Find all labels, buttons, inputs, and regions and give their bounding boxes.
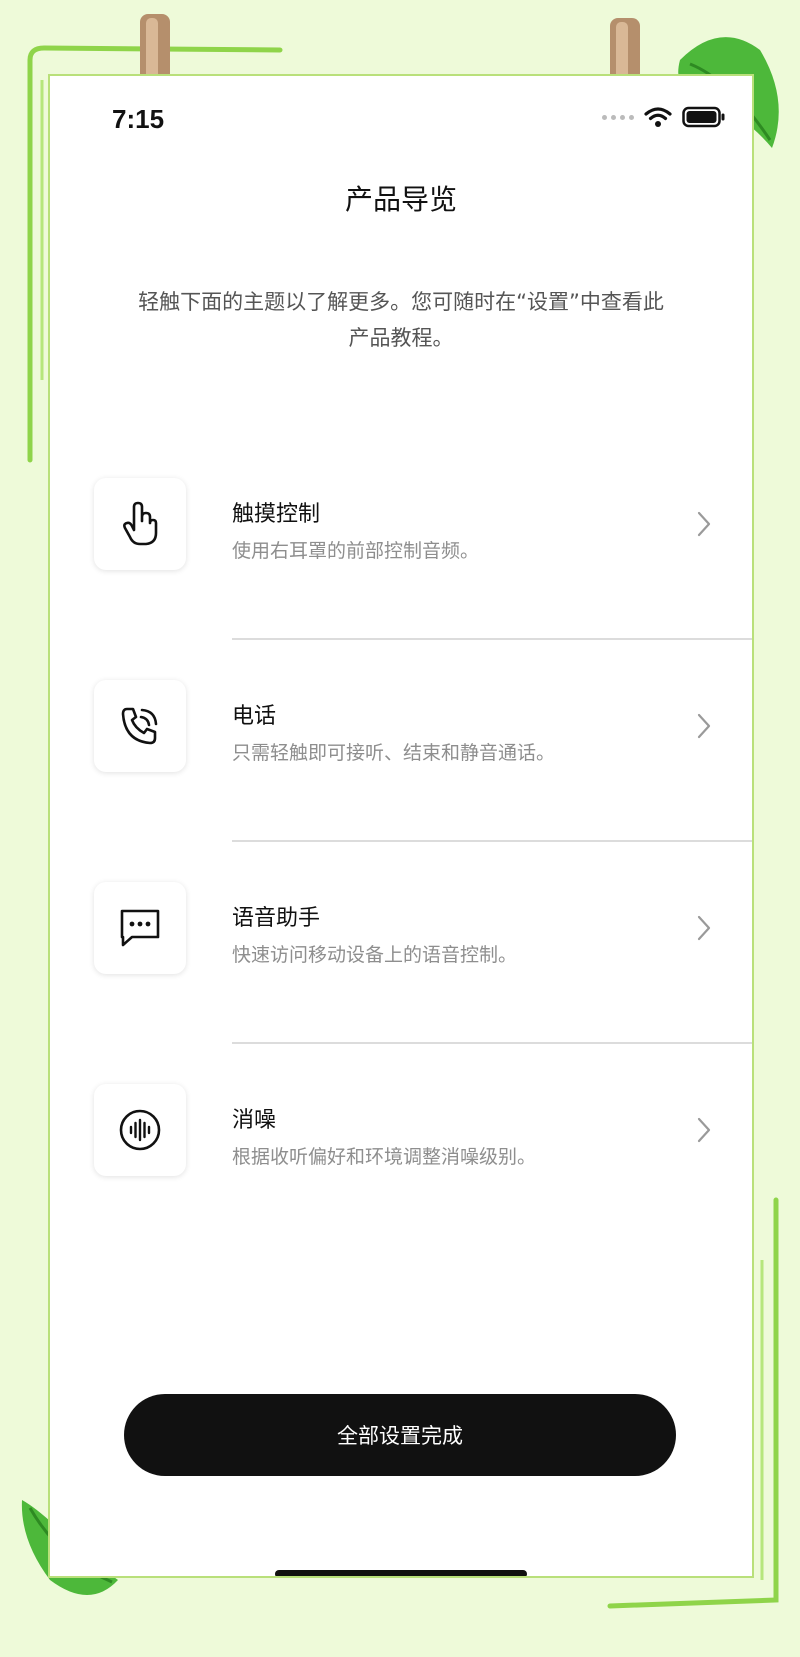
topic-row-phone[interactable]: 电话 只需轻触即可接听、结束和静音通话。 (50, 640, 752, 842)
chat-bubble-icon (120, 909, 160, 947)
status-bar: 7:15 (50, 76, 752, 156)
all-set-button[interactable]: 全部设置完成 (124, 1394, 676, 1476)
topic-subtitle: 只需轻触即可接听、结束和静音通话。 (232, 742, 556, 764)
topic-title: 电话 (232, 704, 277, 729)
topic-subtitle: 根据收听偏好和环境调整消噪级别。 (232, 1146, 537, 1168)
status-icons (602, 106, 726, 128)
chevron-right-icon (697, 713, 711, 739)
icon-tile (94, 680, 186, 772)
icon-tile (94, 1084, 186, 1176)
topic-title: 触摸控制 (232, 502, 321, 527)
icon-tile (94, 478, 186, 570)
status-time: 7:15 (112, 104, 165, 134)
intro-line-1: 轻触下面的主题以了解更多。您可随时在“设置”中查看此 (138, 290, 664, 314)
home-indicator (275, 1570, 527, 1576)
sound-wave-icon (119, 1109, 161, 1151)
chevron-right-icon (697, 511, 711, 537)
topic-title: 语音助手 (232, 906, 321, 931)
topic-subtitle: 快速访问移动设备上的语音控制。 (232, 944, 518, 966)
phone-screen: 7:15 产品导览 轻触下面的主题以了解更多。您可随时在“设置”中查看此 产品教… (50, 76, 752, 1576)
topic-row-noise-cancelling[interactable]: 消噪 根据收听偏好和环境调整消噪级别。 (50, 1044, 752, 1246)
chevron-right-icon (697, 915, 711, 941)
intro-text: 轻触下面的主题以了解更多。您可随时在“设置”中查看此 产品教程。 (110, 284, 692, 356)
topic-row-voice-assistant[interactable]: 语音助手 快速访问移动设备上的语音控制。 (50, 842, 752, 1044)
topic-row-touch-controls[interactable]: 触摸控制 使用右耳罩的前部控制音频。 (50, 438, 752, 640)
chevron-right-icon (697, 1117, 711, 1143)
page-title: 产品导览 (344, 183, 457, 216)
phone-call-icon (121, 707, 158, 745)
topic-title: 消噪 (232, 1108, 277, 1133)
intro-line-2: 产品教程。 (348, 326, 454, 350)
topic-subtitle: 使用右耳罩的前部控制音频。 (232, 540, 480, 562)
wifi-icon (644, 107, 672, 127)
topic-list: 触摸控制 使用右耳罩的前部控制音频。 电话 只需轻触即可接听、结束和静音通话。 (50, 438, 752, 1246)
cellular-signal-icon (602, 114, 634, 120)
battery-icon (682, 106, 725, 128)
icon-tile (94, 882, 186, 974)
touch-hand-icon (123, 501, 158, 546)
